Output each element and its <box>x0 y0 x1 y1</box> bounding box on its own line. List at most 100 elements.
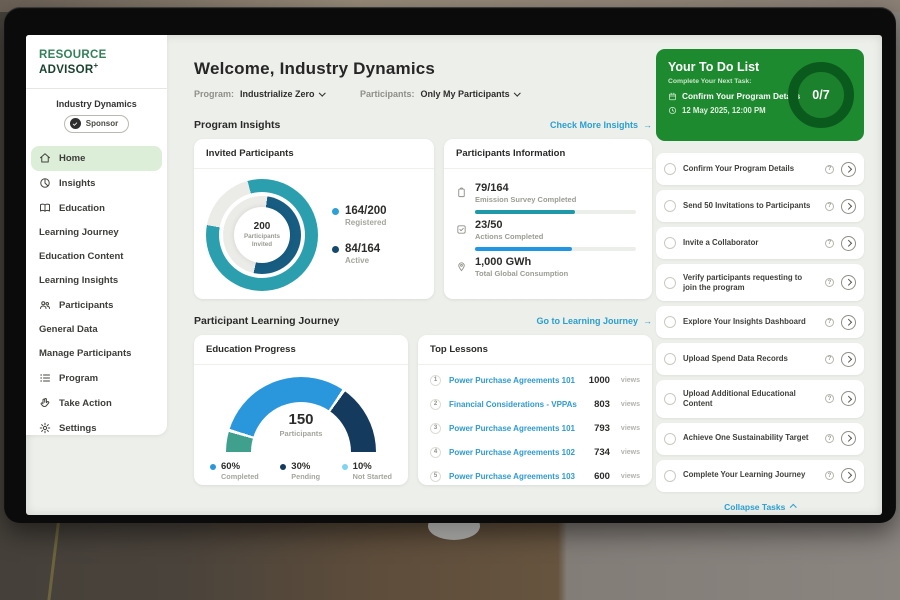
lesson-row[interactable]: 1 Power Purchase Agreements 101 1000 vie… <box>418 368 652 392</box>
todo-progress-ring: 0/7 <box>788 62 854 128</box>
info-icon[interactable]: ? <box>825 434 834 443</box>
info-icon[interactable]: ? <box>825 278 834 287</box>
info-icon[interactable]: ? <box>825 239 834 248</box>
info-icon[interactable]: ? <box>825 394 834 403</box>
filter-dropdown[interactable]: Program: Industrialize Zero <box>194 89 324 99</box>
chevron-right-button[interactable] <box>841 468 856 483</box>
info-icon[interactable]: ? <box>825 165 834 174</box>
task-item[interactable]: Achieve One Sustainability Target ? <box>656 423 864 455</box>
task-checkbox[interactable] <box>664 237 676 249</box>
sidebar-item-label: Education Content <box>39 251 123 262</box>
task-checkbox[interactable] <box>664 163 676 175</box>
participants-icon <box>39 299 51 311</box>
chevron-right-button[interactable] <box>841 391 856 406</box>
lesson-link[interactable]: Power Purchase Agreements 102 <box>449 448 586 457</box>
task-item[interactable]: Confirm Your Program Details ? <box>656 153 864 185</box>
task-item[interactable]: Explore Your Insights Dashboard ? <box>656 306 864 338</box>
lesson-row[interactable]: 5 Power Purchase Agreements 103 600 view… <box>418 464 652 488</box>
todo-column: Your To Do List Complete Your Next Task:… <box>656 49 864 515</box>
sidebar-item[interactable]: Program <box>26 366 167 391</box>
info-icon[interactable]: ? <box>825 355 834 364</box>
task-checkbox[interactable] <box>664 470 676 482</box>
sidebar-item-label: Settings <box>59 423 96 434</box>
org-name: Industry Dynamics <box>26 99 167 109</box>
lesson-views: 793 <box>594 423 610 434</box>
filter-dropdown[interactable]: Participants: Only My Participants <box>360 89 519 99</box>
chevron-right-button[interactable] <box>841 236 856 251</box>
sidebar-item[interactable]: Learning Journey <box>26 221 167 245</box>
learning-cards: Education Progress 150 Participants <box>194 335 652 485</box>
task-item[interactable]: Invite a Collaborator ? <box>656 227 864 259</box>
sidebar-item[interactable]: Home <box>31 146 162 171</box>
donut-center-label: Participants Invited <box>240 233 284 249</box>
education-icon <box>39 202 51 214</box>
survey-icon <box>456 185 467 196</box>
sidebar-item-label: Take Action <box>59 398 112 409</box>
sidebar-item[interactable]: General Data <box>26 318 167 342</box>
insights-icon <box>39 177 51 189</box>
plant-stem <box>47 520 60 600</box>
info-icon[interactable]: ? <box>825 471 834 480</box>
lesson-link[interactable]: Power Purchase Agreements 101 <box>449 424 586 433</box>
legend-item: 164/200 Registered <box>332 205 387 227</box>
sidebar-item-label: Home <box>59 153 85 164</box>
info-icon[interactable]: ? <box>825 202 834 211</box>
chevron-right-button[interactable] <box>841 162 856 177</box>
lesson-views: 734 <box>594 447 610 458</box>
task-item[interactable]: Upload Additional Educational Content ? <box>656 380 864 417</box>
lesson-row[interactable]: 2 Financial Considerations - VPPAs 803 v… <box>418 392 652 416</box>
check-more-insights-link[interactable]: Check More Insights → <box>550 120 652 130</box>
chevron-right-button[interactable] <box>841 199 856 214</box>
task-checkbox[interactable] <box>664 353 676 365</box>
info-icon[interactable]: ? <box>825 318 834 327</box>
participants-info-row: 79/164 Emission Survey Completed <box>456 182 640 214</box>
sidebar-item-label: Insights <box>59 178 95 189</box>
lesson-row[interactable]: 4 Power Purchase Agreements 102 734 view… <box>418 440 652 464</box>
lesson-link[interactable]: Financial Considerations - VPPAs <box>449 400 586 409</box>
chevron-right-button[interactable] <box>841 275 856 290</box>
sidebar-item[interactable]: Participants <box>26 293 167 318</box>
task-item[interactable]: Complete Your Learning Journey ? <box>656 460 864 492</box>
sidebar-item[interactable]: Take Action <box>26 391 167 416</box>
sidebar-item-label: General Data <box>39 324 98 335</box>
task-item[interactable]: Send 50 Invitations to Participants ? <box>656 190 864 222</box>
sidebar-item-label: Learning Journey <box>39 227 119 238</box>
chevron-right-button[interactable] <box>841 315 856 330</box>
go-to-learning-journey-link[interactable]: Go to Learning Journey → <box>536 316 652 326</box>
sidebar-item[interactable]: Insights <box>26 171 167 196</box>
sidebar-item[interactable]: Education Content <box>26 245 167 269</box>
sidebar-item-label: Participants <box>59 300 113 311</box>
sidebar-item[interactable]: Manage Participants <box>26 342 167 366</box>
views-suffix: views <box>621 377 640 384</box>
invited-participants-card: Invited Participants 200 Participants In… <box>194 139 434 299</box>
sidebar-item[interactable]: Learning Insights <box>26 269 167 293</box>
sidebar-item[interactable]: Education <box>26 196 167 221</box>
lesson-link[interactable]: Power Purchase Agreements 103 <box>449 472 586 481</box>
monitor-bezel: RESOURCE ADVISOR+ Industry Dynamics Spon… <box>4 7 896 523</box>
chevron-right-button[interactable] <box>841 352 856 367</box>
sidebar-item[interactable]: Settings <box>26 416 167 441</box>
collapse-tasks-link[interactable]: Collapse Tasks <box>656 502 864 512</box>
sidebar-item-label: Learning Insights <box>39 275 118 286</box>
legend-dot-icon <box>280 464 286 470</box>
legend-dot-icon <box>342 464 348 470</box>
program-insights-header: Program Insights Check More Insights → <box>194 119 652 131</box>
lesson-rank: 5 <box>430 471 441 482</box>
task-item[interactable]: Upload Spend Data Records ? <box>656 343 864 375</box>
chevron-right-button[interactable] <box>841 431 856 446</box>
task-checkbox[interactable] <box>664 277 676 289</box>
task-checkbox[interactable] <box>664 393 676 405</box>
task-item[interactable]: Verify participants requesting to join t… <box>656 264 864 301</box>
gauge-center-label: Participants <box>226 429 376 438</box>
task-checkbox[interactable] <box>664 200 676 212</box>
task-checkbox[interactable] <box>664 316 676 328</box>
calendar-icon <box>668 92 677 101</box>
lesson-row[interactable]: 3 Power Purchase Agreements 101 793 view… <box>418 416 652 440</box>
logo-primary: RESOURCE <box>39 49 107 61</box>
lesson-rank: 2 <box>430 399 441 410</box>
lesson-link[interactable]: Power Purchase Agreements 101 <box>449 376 581 385</box>
actions-icon <box>456 222 467 233</box>
task-checkbox[interactable] <box>664 433 676 445</box>
clock-icon <box>668 106 677 115</box>
gauge-legend: 60% Completed 30% Pending <box>194 453 408 481</box>
